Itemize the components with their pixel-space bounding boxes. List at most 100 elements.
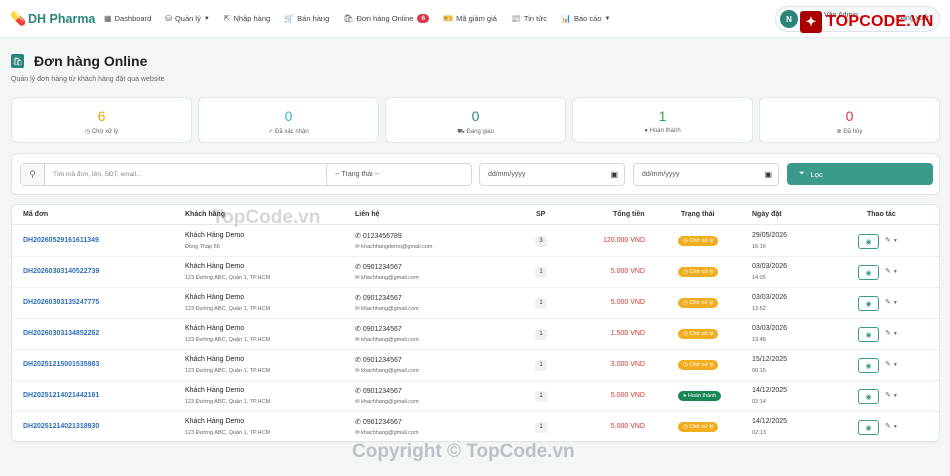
date-to-placeholder: dd/mm/yyyy — [642, 171, 680, 178]
brand[interactable]: 💊 DH Pharma — [10, 10, 104, 26]
view-button[interactable]: ◉ — [858, 296, 879, 311]
order-id-link[interactable]: DH20251214021442161 — [23, 392, 99, 399]
order-total: 5.000 VND — [610, 392, 645, 399]
customer-address: 123 Đường ABC, Quận 1, TP.HCM — [185, 399, 271, 405]
import-icon: ⇱ — [223, 14, 231, 23]
filter-button[interactable]: ⏷ Lọc — [787, 163, 933, 185]
date-from-input[interactable]: dd/mm/yyyy ▣ — [479, 163, 625, 186]
table-row[interactable]: DH20260303135247775 Khách Hàng Demo 123 Đư… — [12, 288, 939, 319]
qty-badge: 1 — [535, 391, 547, 402]
calendar-icon[interactable]: ▣ — [610, 170, 618, 179]
pencil-icon: ✎ — [885, 423, 891, 430]
nav-label: Tin tức — [523, 14, 547, 23]
edit-dropdown-button[interactable]: ✎ ▼ — [885, 391, 898, 399]
clock-icon: ◷ — [683, 300, 688, 306]
order-total: 5.000 VND — [610, 299, 645, 306]
nav-item-6[interactable]: 📰 Tin tức — [511, 14, 547, 23]
phone-number: 0901234567 — [362, 357, 402, 364]
edit-dropdown-button[interactable]: ✎ ▼ — [885, 267, 898, 275]
edit-dropdown-button[interactable]: ✎ ▼ — [885, 298, 898, 306]
table-row[interactable]: DH20260303140522739 Khách Hàng Demo 123 Đư… — [12, 257, 939, 288]
col-qty: SP — [536, 211, 546, 218]
edit-dropdown-button[interactable]: ✎ ▼ — [885, 236, 898, 244]
table-row[interactable]: DH20251214021318930 Khách Hàng Demo 123 Đư… — [12, 412, 939, 443]
table-row[interactable]: DH20251214021442161 Khách Hàng Demo 123 Đư… — [12, 381, 939, 412]
filter-button-label: Lọc — [810, 169, 823, 179]
eye-icon: ◉ — [865, 300, 872, 308]
mail-icon: ✉ — [355, 275, 360, 281]
order-date: 14/12/2025 — [752, 387, 788, 394]
nav-label: Mã giảm giá — [456, 14, 497, 23]
order-id-link[interactable]: DH20260303140522739 — [23, 268, 99, 275]
stat-label: Đang giao — [466, 129, 494, 135]
newspaper-icon: 📰 — [510, 14, 521, 23]
table-row[interactable]: DH20260529161611349 Khách Hàng Demo Đồng T… — [12, 226, 939, 257]
view-button[interactable]: ◉ — [858, 389, 879, 404]
nav-item-2[interactable]: ⇱ Nhập hàng — [224, 14, 270, 23]
phone-icon: ✆ — [355, 419, 361, 426]
chevron-down-icon: ▼ — [892, 300, 898, 306]
view-button[interactable]: ◉ — [858, 327, 879, 342]
email-address: khachhang@gmail.com — [361, 306, 419, 312]
phone-icon: ✆ — [355, 264, 361, 271]
order-date: 03/03/2026 — [752, 263, 788, 270]
orders-table: Mã đơn Khách hàng Liên hệ SP Tổng tiền T… — [11, 204, 940, 443]
table-row[interactable]: DH20260303134852262 Khách Hàng Demo 123 Đư… — [12, 319, 939, 350]
edit-dropdown-button[interactable]: ✎ ▼ — [885, 329, 898, 337]
view-button[interactable]: ◉ — [858, 265, 879, 280]
stat-label-row: ⊗ Đã hủy — [760, 128, 939, 135]
check-filled-icon: ● — [644, 128, 648, 134]
order-id-link[interactable]: DH20251214021318930 — [23, 423, 99, 430]
email-row: ✉ khachhang@gmail.com — [355, 306, 419, 312]
nav-label: Báo cáo — [573, 14, 602, 23]
table-header: Mã đơn Khách hàng Liên hệ SP Tổng tiền T… — [12, 205, 939, 225]
order-id-link[interactable]: DH20251215001535983 — [23, 361, 99, 368]
order-time: 16:16 — [752, 244, 766, 250]
nav-item-4[interactable]: 🛍 Đơn hàng Online 6 — [343, 14, 430, 23]
date-to-input[interactable]: dd/mm/yyyy ▣ — [633, 163, 779, 186]
nav-label: Bán hàng — [297, 14, 330, 23]
phone-icon: ✆ — [355, 388, 361, 395]
phone-number: 0123456789 — [362, 233, 402, 240]
customer-address: 123 Đường ABC, Quận 1, TP.HCM — [185, 275, 271, 281]
stat-label: Chờ xử lý — [91, 129, 119, 135]
col-contact: Liên hệ — [355, 211, 380, 218]
chevron-down-icon: ▼ — [604, 15, 611, 22]
edit-dropdown-button[interactable]: ✎ ▼ — [885, 360, 898, 368]
view-button[interactable]: ◉ — [858, 358, 879, 373]
search-input[interactable]: ⚲ Tìm mã đơn, tên, SĐT, email... — [20, 163, 332, 186]
order-id-link[interactable]: DH20260303135247775 — [23, 299, 99, 306]
eye-icon: ◉ — [865, 424, 872, 432]
qty-badge: 1 — [535, 360, 547, 371]
calendar-icon[interactable]: ▣ — [764, 170, 772, 179]
nav-item-5[interactable]: 🎫 Mã giảm giá — [443, 14, 497, 23]
eye-icon: ◉ — [865, 331, 872, 339]
order-id-link[interactable]: DH20260529161611349 — [23, 237, 99, 244]
nav-item-3[interactable]: 🛒 Bán hàng — [284, 14, 329, 23]
nav-item-7[interactable]: 📊 Báo cáo ▼ — [561, 14, 610, 23]
order-id-link[interactable]: DH20260303134852262 — [23, 330, 99, 337]
customer-address: 123 Đường ABC, Quận 1, TP.HCM — [185, 306, 271, 312]
nav-item-0[interactable]: ▦ Dashboard — [104, 14, 151, 23]
grid-icon: ▦ — [104, 14, 112, 23]
view-button[interactable]: ◉ — [858, 420, 879, 435]
view-button[interactable]: ◉ — [858, 234, 879, 249]
order-count-badge: 6 — [417, 14, 430, 23]
nav-item-1[interactable]: ⛁ Quản lý ▼ — [165, 14, 210, 23]
col-status: Trạng thái — [681, 211, 715, 218]
edit-dropdown-button[interactable]: ✎ ▼ — [885, 422, 898, 430]
ticket-icon: 🎫 — [443, 14, 454, 23]
order-time: 02:14 — [752, 399, 766, 405]
table-row[interactable]: DH20251215001535983 Khách Hàng Demo 123 Đư… — [12, 350, 939, 381]
funnel-icon: ⏷ — [799, 170, 805, 177]
status-select[interactable]: -- Trạng thái -- — [326, 163, 472, 186]
stat-value: 1 — [658, 108, 667, 124]
clock-icon: ◷ — [84, 129, 91, 135]
qty-badge: 1 — [535, 329, 547, 340]
qty-badge: 3 — [535, 236, 547, 247]
email-row: ✉ khachhangdemo@gmail.com — [355, 244, 432, 250]
pill-logo-icon: 💊 — [10, 10, 27, 26]
status-label: Chờ xử lý — [689, 300, 714, 306]
pencil-icon: ✎ — [885, 299, 891, 306]
phone-row: ✆ 0901234567 — [355, 294, 402, 302]
